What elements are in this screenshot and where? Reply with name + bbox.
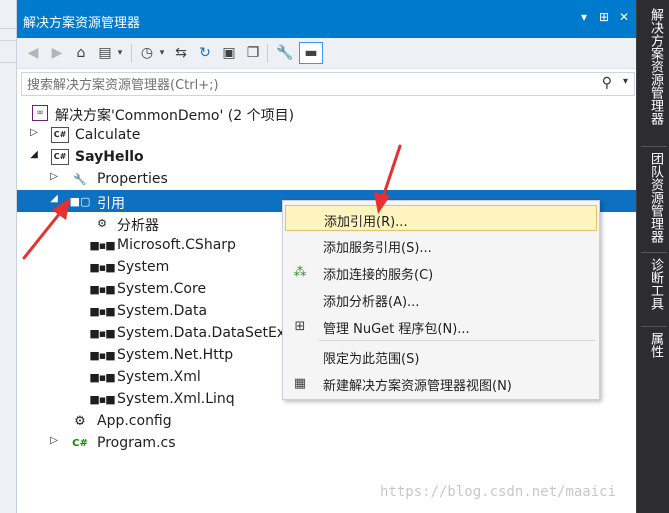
menu-separator bbox=[319, 340, 595, 341]
panel-toolbar: ◀ ▶ ⌂ ▤ ▾ ◷ ▾ ⇆ ↻ ▣ ❐ 🔧 ▬ bbox=[17, 38, 637, 69]
tree-item-label: System.Core bbox=[117, 281, 207, 297]
csharp-project-icon: C# bbox=[51, 127, 69, 143]
tree-item-label: System bbox=[117, 259, 170, 275]
tree-item-project-sayhello[interactable]: ◢ C# SayHello bbox=[17, 146, 637, 168]
analyzer-icon: ⚙ bbox=[97, 216, 107, 230]
search-input[interactable] bbox=[25, 75, 599, 95]
search-options-dropdown-icon[interactable]: ▾ bbox=[623, 76, 628, 87]
menu-item-label: 添加引用(R)... bbox=[324, 215, 408, 230]
context-menu: 添加引用(R)... 添加服务引用(S)... ⁂ 添加连接的服务(C) 添加分… bbox=[282, 200, 600, 400]
tab-solution-explorer[interactable]: 解决方案资源管理器 bbox=[643, 8, 665, 125]
close-icon[interactable]: ✕ bbox=[617, 10, 631, 24]
tree-item-program-cs[interactable]: ▷ C# Program.cs bbox=[17, 432, 637, 454]
panel-title-bar: 解决方案资源管理器 ▾ ⊞ ✕ bbox=[17, 0, 637, 38]
menu-item-label: 管理 NuGet 程序包(N)... bbox=[323, 322, 470, 337]
menu-item-new-explorer-view[interactable]: ▦ 新建解决方案资源管理器视图(N) bbox=[285, 370, 597, 396]
expand-arrow-icon[interactable]: ▷ bbox=[49, 435, 59, 446]
properties-wrench-icon[interactable]: 🔧 bbox=[275, 43, 295, 63]
preview-selected-icon[interactable]: ▬ bbox=[299, 42, 323, 64]
tree-item-label: 引用 bbox=[97, 196, 125, 212]
dropdown-icon[interactable]: ▾ bbox=[577, 10, 591, 24]
menu-item-add-connected-service[interactable]: ⁂ 添加连接的服务(C) bbox=[285, 259, 597, 285]
side-tool-tabs: 解决方案资源管理器 团队资源管理器 诊断工具 属性 bbox=[636, 0, 669, 513]
assembly-reference-icon: ■▪■ bbox=[89, 370, 115, 384]
tree-item-label: System.Xml.Linq bbox=[117, 391, 235, 407]
forward-icon[interactable]: ▶ bbox=[47, 43, 67, 63]
pin-icon[interactable]: ⊞ bbox=[597, 10, 611, 24]
menu-item-add-analyzer[interactable]: 添加分析器(A)... bbox=[285, 286, 597, 312]
panel-title: 解决方案资源管理器 bbox=[23, 16, 141, 31]
menu-item-add-reference[interactable]: 添加引用(R)... bbox=[285, 205, 597, 231]
connected-service-icon: ⁂ bbox=[293, 264, 307, 280]
search-icon[interactable]: ⚲ bbox=[602, 75, 612, 91]
watermark: https://blog.csdn.net/maaici bbox=[380, 484, 617, 500]
expand-arrow-icon[interactable]: ▷ bbox=[29, 127, 39, 138]
collapse-all-icon[interactable]: ▣ bbox=[219, 43, 239, 63]
switch-views-icon[interactable]: ▤ bbox=[95, 43, 115, 63]
nuget-package-icon: ⊞ bbox=[294, 318, 306, 334]
tree-item-label: System.Xml bbox=[117, 369, 201, 385]
back-icon[interactable]: ◀ bbox=[23, 43, 43, 63]
assembly-reference-icon: ■▪■ bbox=[89, 304, 115, 318]
tree-item-properties[interactable]: ▷ 🔧 Properties bbox=[17, 168, 637, 190]
menu-item-scope-to-this[interactable]: 限定为此范围(S) bbox=[285, 343, 597, 369]
refresh-icon[interactable]: ↻ bbox=[195, 43, 215, 63]
search-box[interactable]: ⚲ ▾ bbox=[21, 72, 635, 96]
tree-item-project-calculate[interactable]: ▷ C# Calculate bbox=[17, 124, 637, 146]
tree-item-label: 解决方案'CommonDemo' (2 个项目) bbox=[55, 108, 295, 124]
tree-item-solution[interactable]: ∞ 解决方案'CommonDemo' (2 个项目) bbox=[17, 102, 637, 124]
tree-item-label: System.Net.Http bbox=[117, 347, 234, 363]
filter-dropdown-icon[interactable]: ▾ bbox=[157, 43, 167, 63]
pending-changes-filter-icon[interactable]: ◷ bbox=[137, 43, 157, 63]
assembly-reference-icon: ■▪■ bbox=[89, 392, 115, 406]
menu-item-label: 添加连接的服务(C) bbox=[323, 268, 434, 283]
tree-item-label: Calculate bbox=[75, 127, 141, 143]
switch-views-dropdown-icon[interactable]: ▾ bbox=[115, 43, 125, 63]
tab-team-explorer[interactable]: 团队资源管理器 bbox=[643, 152, 665, 243]
editor-edge bbox=[0, 0, 16, 513]
new-view-icon: ▦ bbox=[293, 375, 307, 391]
menu-item-manage-nuget[interactable]: ⊞ 管理 NuGet 程序包(N)... bbox=[285, 313, 597, 339]
tree-item-label: App.config bbox=[97, 413, 172, 429]
tree-item-label: SayHello bbox=[75, 149, 144, 165]
config-file-icon: ⚙ bbox=[74, 413, 86, 429]
collapse-arrow-icon[interactable]: ◢ bbox=[49, 193, 59, 204]
tree-item-label: System.Data.DataSetExte bbox=[117, 325, 300, 341]
assembly-reference-icon: ■▪■ bbox=[89, 282, 115, 296]
csharp-project-icon: C# bbox=[51, 149, 69, 165]
tree-item-label: System.Data bbox=[117, 303, 208, 319]
tree-item-label: Microsoft.CSharp bbox=[117, 237, 236, 253]
tree-item-label: Program.cs bbox=[97, 435, 176, 451]
assembly-reference-icon: ■▪■ bbox=[89, 260, 115, 274]
tree-item-label: Properties bbox=[97, 171, 168, 187]
assembly-reference-icon: ■▪■ bbox=[89, 326, 115, 340]
csharp-file-icon: C# bbox=[72, 437, 88, 449]
references-icon: ■▢ bbox=[69, 194, 91, 208]
home-icon[interactable]: ⌂ bbox=[71, 43, 91, 63]
assembly-reference-icon: ■▪■ bbox=[89, 348, 115, 362]
tab-properties[interactable]: 属性 bbox=[643, 332, 665, 358]
menu-item-label: 限定为此范围(S) bbox=[323, 352, 420, 367]
expand-arrow-icon[interactable]: ▷ bbox=[49, 171, 59, 182]
menu-item-add-service-reference[interactable]: 添加服务引用(S)... bbox=[285, 232, 597, 258]
menu-item-label: 新建解决方案资源管理器视图(N) bbox=[323, 379, 512, 394]
menu-item-label: 添加分析器(A)... bbox=[323, 295, 420, 310]
assembly-reference-icon: ■▪■ bbox=[89, 238, 115, 252]
collapse-arrow-icon[interactable]: ◢ bbox=[29, 149, 39, 160]
sync-icon[interactable]: ⇆ bbox=[171, 43, 191, 63]
menu-item-label: 添加服务引用(S)... bbox=[323, 241, 432, 256]
tree-item-app-config[interactable]: ⚙ App.config bbox=[17, 410, 637, 432]
wrench-icon: 🔧 bbox=[73, 172, 87, 186]
tab-diagnostic-tools[interactable]: 诊断工具 bbox=[643, 258, 665, 310]
solution-icon: ∞ bbox=[32, 105, 48, 121]
show-all-files-icon[interactable]: ❐ bbox=[243, 43, 263, 63]
tree-item-label: 分析器 bbox=[117, 218, 159, 234]
